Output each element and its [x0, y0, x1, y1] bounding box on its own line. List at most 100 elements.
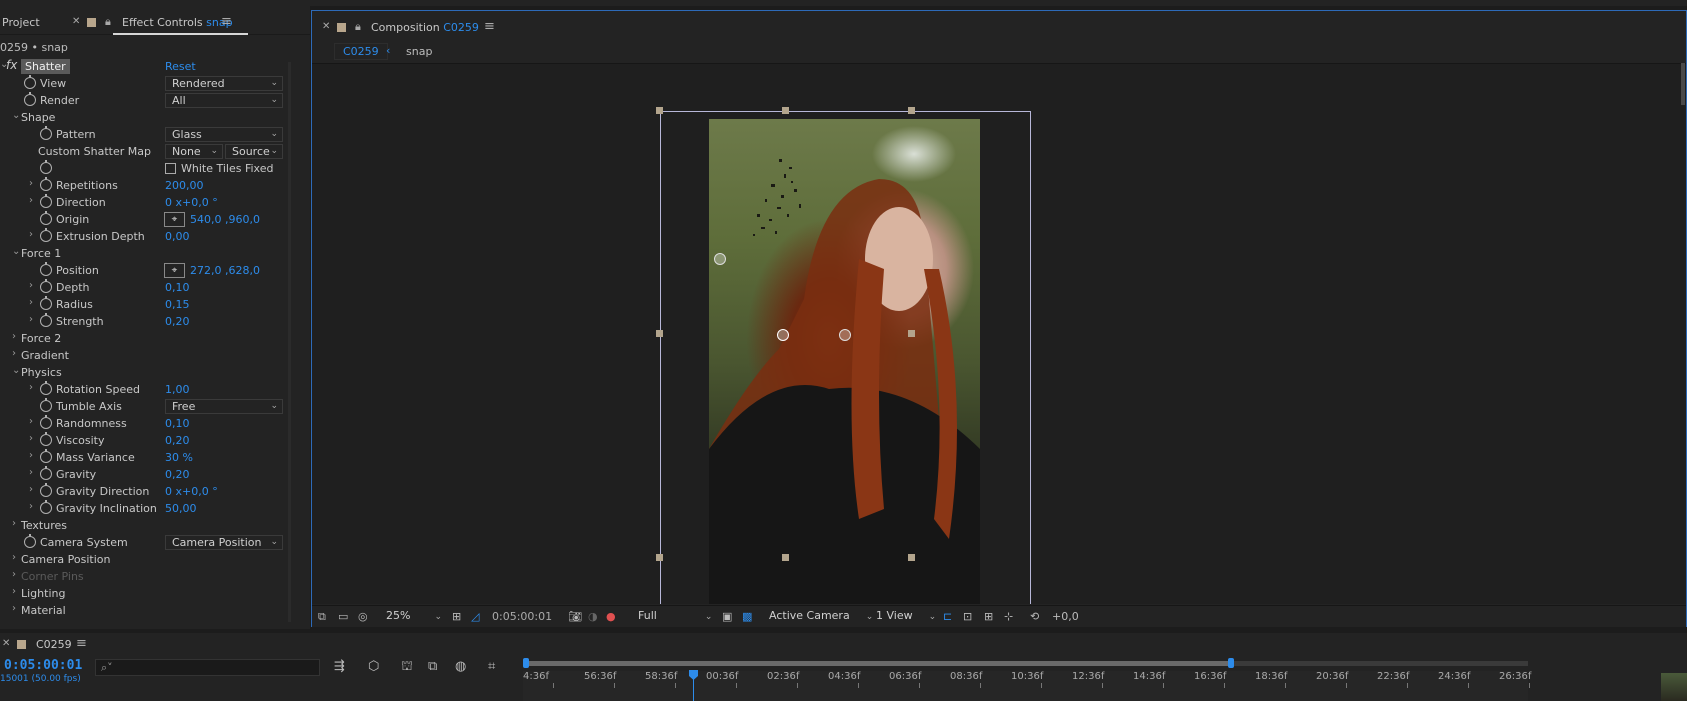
- stopwatch-icon[interactable]: [40, 177, 52, 191]
- property-row-rotation-speed[interactable]: › Rotation Speed 1,00: [0, 381, 290, 398]
- property-row-camera-system[interactable]: Camera System Camera Position ⌄: [0, 534, 290, 551]
- radius-value[interactable]: 0,15: [165, 298, 190, 311]
- timeline-icon[interactable]: ⊞: [984, 610, 993, 623]
- rotation-speed-value[interactable]: 1,00: [165, 383, 190, 396]
- viewer-scrollbar[interactable]: [1681, 63, 1685, 105]
- mass-variance-value[interactable]: 30 %: [165, 451, 193, 464]
- property-row-origin[interactable]: Origin ⌖ 540,0 ,960,0: [0, 211, 290, 228]
- chevron-right-icon[interactable]: ›: [29, 433, 39, 444]
- monitor-icon[interactable]: ▭: [338, 610, 348, 623]
- stopwatch-icon[interactable]: [40, 500, 52, 514]
- property-row-lighting[interactable]: › Lighting: [0, 585, 290, 602]
- fast-previews-icon[interactable]: ⊡: [963, 610, 972, 623]
- property-row-viscosity[interactable]: › Viscosity 0,20: [0, 432, 290, 449]
- lock-icon[interactable]: 🔒︎: [105, 15, 111, 29]
- zoom-dropdown[interactable]: 25% ⌄: [386, 608, 442, 624]
- shatter-map-dropdown[interactable]: None ⌄: [165, 144, 223, 159]
- property-row-shape[interactable]: ⌄ Shape: [0, 109, 290, 126]
- toggle-transparency-grid-icon[interactable]: ▣: [722, 610, 732, 623]
- property-row-force2[interactable]: › Force 2: [0, 330, 290, 347]
- property-row-material[interactable]: › Material: [0, 602, 290, 619]
- property-row-camera-position[interactable]: › Camera Position: [0, 551, 290, 568]
- transform-handle[interactable]: [908, 554, 915, 561]
- property-row-extrusion-depth[interactable]: › Extrusion Depth 0,00: [0, 228, 290, 245]
- property-row-depth[interactable]: › Depth 0,10: [0, 279, 290, 296]
- property-row-randomness[interactable]: › Randomness 0,10: [0, 415, 290, 432]
- crosshair-target-icon[interactable]: ⌖: [164, 212, 185, 227]
- property-row-physics[interactable]: ⌄ Physics: [0, 364, 290, 381]
- chevron-right-icon[interactable]: ›: [29, 297, 39, 308]
- property-row-tumble-axis[interactable]: Tumble Axis Free ⌄: [0, 398, 290, 415]
- comp-mini-flowchart-icon[interactable]: ⇶: [334, 659, 345, 674]
- chevron-right-icon[interactable]: ›: [29, 484, 39, 495]
- stopwatch-icon[interactable]: [24, 534, 36, 548]
- property-row-white-tiles-fixed[interactable]: White Tiles Fixed: [0, 160, 290, 177]
- property-row-custom-shatter-map[interactable]: Custom Shatter Map None ⌄ Source ⌄: [0, 143, 290, 160]
- panel-menu-icon[interactable]: ≡: [484, 19, 495, 34]
- draft-3d-icon[interactable]: ⬡: [368, 659, 379, 674]
- property-row-corner-pins[interactable]: › Corner Pins: [0, 568, 290, 585]
- reset-exposure-icon[interactable]: ⟲: [1030, 610, 1039, 623]
- property-row-strength[interactable]: › Strength 0,20: [0, 313, 290, 330]
- force-position-pin[interactable]: [714, 253, 726, 265]
- chevron-right-icon[interactable]: ›: [29, 229, 39, 240]
- stopwatch-icon[interactable]: [40, 449, 52, 463]
- stopwatch-icon[interactable]: [24, 92, 36, 106]
- shatter-source-dropdown[interactable]: Source ⌄: [225, 144, 283, 159]
- origin-value[interactable]: 540,0 ,960,0: [190, 213, 260, 226]
- graph-editor-icon[interactable]: ⌗: [488, 659, 495, 674]
- stopwatch-icon[interactable]: [40, 296, 52, 310]
- time-ruler[interactable]: 4:36f 56:36f 58:36f 00:36f 02:36f 04:36f 06:36…: [523, 655, 1531, 701]
- transform-handle[interactable]: [782, 107, 789, 114]
- motion-blur-icon[interactable]: ◍: [455, 659, 466, 674]
- transform-handle[interactable]: [908, 107, 915, 114]
- resolution-dropdown[interactable]: Full ⌄: [638, 608, 712, 624]
- panel-menu-icon[interactable]: ≡: [76, 636, 87, 651]
- property-row-mass-variance[interactable]: › Mass Variance 30 %: [0, 449, 290, 466]
- panel-menu-icon[interactable]: ≡: [221, 14, 232, 29]
- chevron-right-icon[interactable]: ›: [29, 382, 39, 393]
- property-row-gravity-direction[interactable]: › Gravity Direction 0 x+0,0 °: [0, 483, 290, 500]
- always-preview-icon[interactable]: ⧉: [318, 610, 326, 624]
- view-dropdown[interactable]: Rendered ⌄: [165, 76, 283, 91]
- fit-icon[interactable]: ⊞: [452, 610, 461, 623]
- stopwatch-icon[interactable]: [40, 279, 52, 293]
- position-value[interactable]: 272,0 ,628,0: [190, 264, 260, 277]
- tab-project[interactable]: Project: [2, 16, 40, 29]
- stopwatch-icon[interactable]: [40, 313, 52, 327]
- chevron-right-icon[interactable]: ›: [29, 178, 39, 189]
- extrusion-depth-value[interactable]: 0,00: [165, 230, 190, 243]
- chevron-right-icon[interactable]: ›: [29, 467, 39, 478]
- timeline-search-input[interactable]: ⌕˅: [95, 659, 320, 676]
- lock-icon[interactable]: 🔒︎: [355, 20, 361, 34]
- property-row-view[interactable]: View Rendered ⌄: [0, 75, 290, 92]
- snapshot-icon[interactable]: 📷︎: [568, 610, 582, 623]
- region-of-interest-icon[interactable]: ◿: [471, 610, 479, 623]
- close-icon[interactable]: ✕: [2, 638, 10, 649]
- effect-name[interactable]: Shatter: [21, 59, 70, 74]
- stopwatch-icon[interactable]: [40, 398, 52, 412]
- work-area-start-handle[interactable]: [523, 658, 529, 668]
- pattern-dropdown[interactable]: Glass ⌄: [165, 127, 283, 142]
- property-row-direction[interactable]: › Direction 0 x+0,0 °: [0, 194, 290, 211]
- gravity-value[interactable]: 0,20: [165, 468, 190, 481]
- chevron-right-icon[interactable]: ›: [29, 450, 39, 461]
- stopwatch-icon[interactable]: [40, 466, 52, 480]
- stopwatch-icon[interactable]: [40, 415, 52, 429]
- toggle-pixel-aspect-icon[interactable]: ⊏: [943, 610, 952, 623]
- white-tiles-fixed-checkbox[interactable]: [165, 163, 176, 174]
- tab-effect-controls[interactable]: Effect Controls snap: [122, 16, 233, 29]
- composition-viewer[interactable]: [312, 63, 1686, 604]
- timeline-timecode[interactable]: 0:05:00:01: [4, 658, 82, 673]
- current-time[interactable]: 0:05:00:01: [492, 610, 552, 623]
- property-row-radius[interactable]: › Radius 0,15: [0, 296, 290, 313]
- chevron-right-icon[interactable]: ›: [29, 416, 39, 427]
- camera-view-dropdown[interactable]: Active Camera ⌄: [769, 608, 873, 624]
- stopwatch-icon[interactable]: [40, 160, 52, 174]
- camera-system-dropdown[interactable]: Camera Position ⌄: [165, 535, 283, 550]
- depth-value[interactable]: 0,10: [165, 281, 190, 294]
- view-layout-dropdown[interactable]: 1 View ⌄: [876, 608, 936, 624]
- chevron-right-icon[interactable]: ›: [29, 195, 39, 206]
- stopwatch-icon[interactable]: [40, 126, 52, 140]
- property-row-textures[interactable]: › Textures: [0, 517, 290, 534]
